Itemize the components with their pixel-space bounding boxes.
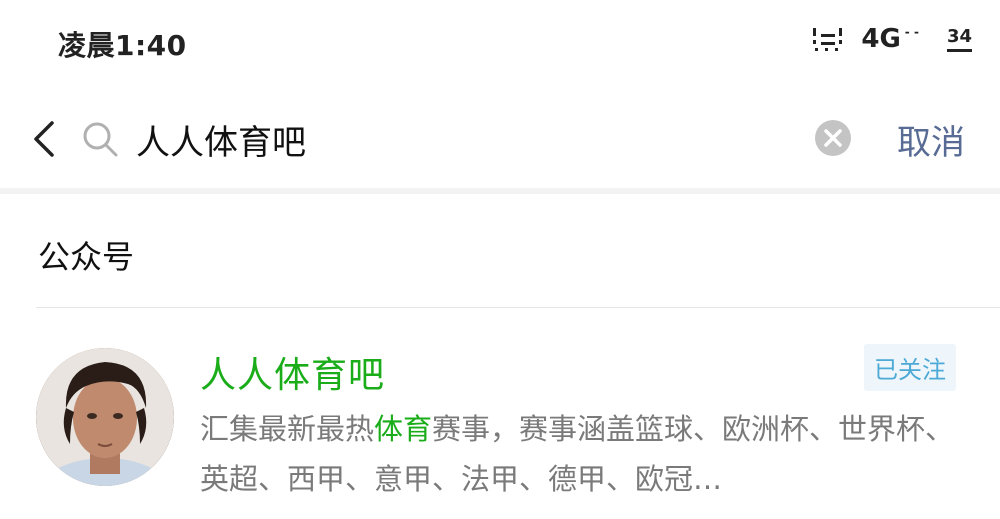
search-icon [83,122,118,157]
back-icon[interactable] [28,117,64,161]
description-highlight: 体育 [374,412,433,446]
search-input[interactable] [136,113,786,165]
avatar-portrait [36,348,174,486]
section-divider [36,307,1000,308]
followed-badge: 已关注 [864,344,956,391]
signal-icon [813,28,843,51]
clear-icon[interactable] [814,119,852,157]
account-description: 汇集最新最热体育赛事，赛事涵盖篮球、欧洲杯、世界杯、英超、西甲、意甲、法甲、德甲… [200,404,960,504]
status-indicators: 4G - - 34 [811,24,972,54]
status-bar: 凌晨1:40 4G - - 34 [0,0,1000,90]
network-indicator: 4G - - [861,24,919,54]
account-name: 人人体育吧 [200,355,386,396]
section-title: 公众号 [38,238,135,276]
battery-level: 34 [946,26,972,52]
cancel-button[interactable]: 取消 [897,115,965,164]
search-bar: 取消 [0,95,1000,185]
divider [0,188,1000,194]
status-time: 凌晨1:40 [58,29,187,62]
network-activity-icon: - - [904,25,919,39]
avatar [36,348,174,486]
description-text: 汇集最新最热 [200,412,375,446]
account-result-item[interactable]: 人人体育吧 已关注 汇集最新最热体育赛事，赛事涵盖篮球、欧洲杯、世界杯、英超、西… [0,310,1000,519]
network-type: 4G [861,24,901,54]
